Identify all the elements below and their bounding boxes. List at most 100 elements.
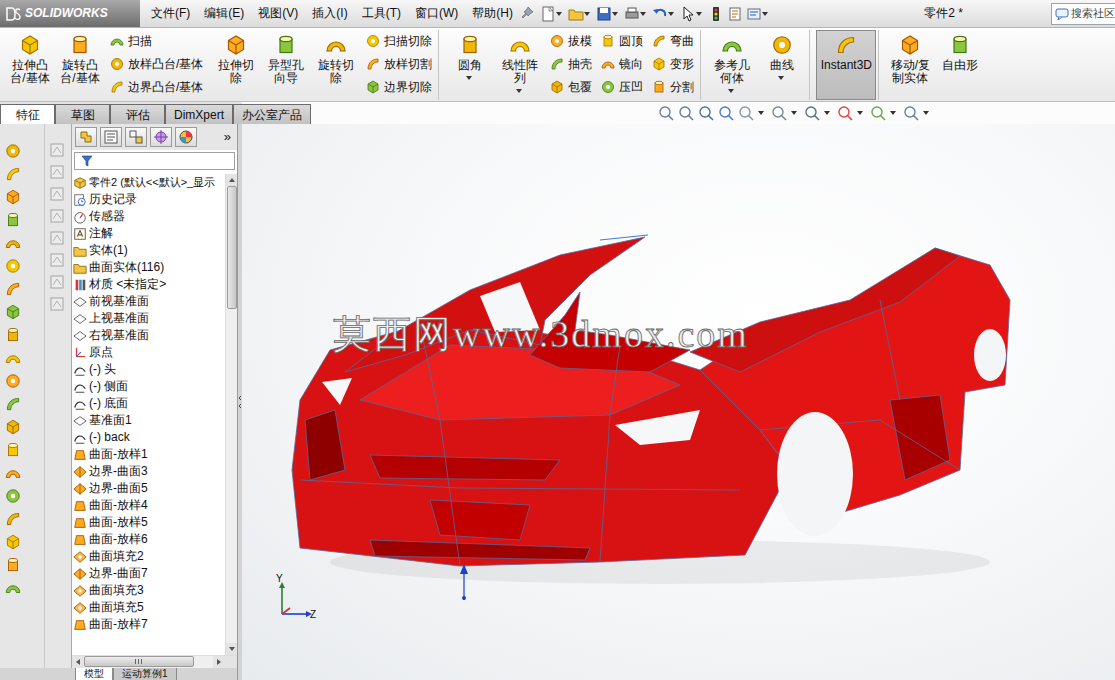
tree-item[interactable]: 曲面填充5: [73, 599, 225, 616]
tree-item[interactable]: 曲面-放样1: [73, 446, 225, 463]
tree-item[interactable]: 传感器: [73, 208, 225, 225]
tool-button[interactable]: [4, 234, 44, 252]
tree-item[interactable]: 实体(1): [73, 242, 225, 259]
ribbon-button[interactable]: 自由形: [935, 30, 985, 100]
ribbon-button[interactable]: 边界切除: [365, 76, 436, 98]
command-tab[interactable]: DimXpert: [165, 104, 233, 124]
tool-button[interactable]: [4, 441, 44, 459]
section-view-button[interactable]: [718, 105, 734, 121]
command-tab[interactable]: 草图: [55, 104, 110, 124]
ribbon-button[interactable]: 抽壳: [549, 53, 596, 75]
tool-button[interactable]: [4, 303, 44, 321]
tool-button[interactable]: [4, 395, 44, 413]
more-tabs-button[interactable]: »: [221, 129, 234, 145]
tool-button[interactable]: [49, 208, 71, 224]
tree-item[interactable]: 曲面填充2: [73, 548, 225, 565]
ribbon-button[interactable]: 拉伸凸台/基体: [5, 30, 55, 100]
tree-item[interactable]: 上视基准面: [73, 310, 225, 327]
ribbon-button[interactable]: 线性阵列: [495, 30, 545, 100]
options-button[interactable]: [746, 6, 771, 22]
menu-item[interactable]: 文件(F): [144, 6, 197, 20]
tree-item[interactable]: (-) back: [73, 429, 225, 446]
tree-item[interactable]: 基准面1: [73, 412, 225, 429]
property-manager-tab[interactable]: [100, 127, 122, 147]
new-document-button[interactable]: [540, 6, 565, 22]
ribbon-button[interactable]: 圆角: [445, 30, 495, 100]
tool-button[interactable]: [4, 326, 44, 344]
view-orientation-button[interactable]: [738, 105, 767, 121]
tool-button[interactable]: [4, 418, 44, 436]
save-button[interactable]: [596, 6, 621, 22]
scroll-thumb[interactable]: [227, 186, 237, 309]
scroll-right-button[interactable]: [213, 656, 225, 668]
ribbon-button[interactable]: 放样凸台/基体: [109, 53, 207, 75]
tool-button[interactable]: [4, 188, 44, 206]
menu-item[interactable]: 窗口(W): [408, 6, 465, 20]
print-button[interactable]: [624, 6, 649, 22]
undo-button[interactable]: [652, 6, 677, 22]
open-button[interactable]: [568, 6, 593, 22]
tool-button[interactable]: [49, 186, 71, 202]
ribbon-button[interactable]: 包覆: [549, 76, 596, 98]
tree-item[interactable]: 曲面-放样4: [73, 497, 225, 514]
tree-horizontal-scrollbar[interactable]: [72, 655, 237, 668]
tool-button[interactable]: [49, 274, 71, 290]
file-properties-button[interactable]: [727, 6, 743, 22]
tool-button[interactable]: [4, 372, 44, 390]
search-box[interactable]: 搜索社区: [1051, 3, 1115, 25]
ribbon-button[interactable]: 参考几何体: [707, 30, 757, 100]
car-body-model[interactable]: [242, 124, 1115, 680]
display-style-button[interactable]: [771, 105, 800, 121]
tool-button[interactable]: [4, 579, 44, 597]
tree-item[interactable]: 曲面-放样7: [73, 616, 225, 633]
ribbon-button[interactable]: 放样切割: [365, 53, 436, 75]
tree-item[interactable]: 曲面-放样6: [73, 531, 225, 548]
configuration-manager-tab[interactable]: [125, 127, 147, 147]
ribbon-button[interactable]: 拔模: [549, 30, 596, 52]
tree-item[interactable]: 曲面-放样5: [73, 514, 225, 531]
ribbon-button[interactable]: 拉伸切除: [211, 30, 261, 100]
tree-item[interactable]: 右视基准面: [73, 327, 225, 344]
ribbon-button[interactable]: 旋转切除: [311, 30, 361, 100]
tree-item[interactable]: 边界-曲面5: [73, 480, 225, 497]
ribbon-button[interactable]: Instant3D: [816, 30, 876, 100]
tool-button[interactable]: [4, 280, 44, 298]
ribbon-button[interactable]: 旋转凸台/基体: [55, 30, 105, 100]
tree-item[interactable]: 原点: [73, 344, 225, 361]
scroll-thumb[interactable]: [84, 656, 194, 667]
tree-item[interactable]: 历史记录: [73, 191, 225, 208]
view-settings-button[interactable]: [903, 105, 932, 121]
tree-item[interactable]: 零件2 (默认<<默认>_显示: [73, 174, 225, 191]
tree-item[interactable]: 注解: [73, 225, 225, 242]
tree-item[interactable]: (-) 头: [73, 361, 225, 378]
ribbon-button[interactable]: 分割: [651, 76, 698, 98]
hide-show-button[interactable]: [804, 105, 833, 121]
ribbon-button[interactable]: 曲线: [757, 30, 807, 100]
tool-button[interactable]: [49, 230, 71, 246]
ribbon-button[interactable]: 圆顶: [600, 30, 647, 52]
tool-button[interactable]: [4, 211, 44, 229]
tool-button[interactable]: [49, 296, 71, 312]
menu-item[interactable]: 编辑(E): [197, 6, 251, 20]
tree-vertical-scrollbar[interactable]: [225, 174, 237, 655]
tool-button[interactable]: [4, 533, 44, 551]
feature-manager-tree[interactable]: » 零件2 (默认<<默认>_显示历史记录传感器注解实体(1)曲面实体(116)…: [71, 124, 237, 668]
ribbon-button[interactable]: 移动/复制实体: [885, 30, 935, 100]
tool-button[interactable]: [49, 164, 71, 180]
rebuild-button[interactable]: [708, 6, 724, 22]
select-button[interactable]: [680, 6, 705, 22]
ribbon-button[interactable]: 边界凸台/基体: [109, 76, 207, 98]
tool-button[interactable]: [4, 257, 44, 275]
tool-button[interactable]: [49, 142, 71, 158]
tree-item[interactable]: 曲面实体(116): [73, 259, 225, 276]
ribbon-button[interactable]: 异型孔向导: [261, 30, 311, 100]
tree-item[interactable]: 材质 <未指定>: [73, 276, 225, 293]
tool-button[interactable]: [4, 487, 44, 505]
tree-item[interactable]: 曲面填充3: [73, 582, 225, 599]
tool-button[interactable]: [4, 349, 44, 367]
edit-appearance-button[interactable]: [837, 105, 866, 121]
tool-button[interactable]: [4, 556, 44, 574]
command-tab[interactable]: 办公室产品: [233, 104, 311, 124]
ribbon-button[interactable]: 压凹: [600, 76, 647, 98]
zoom-to-fit-button[interactable]: [658, 105, 674, 121]
